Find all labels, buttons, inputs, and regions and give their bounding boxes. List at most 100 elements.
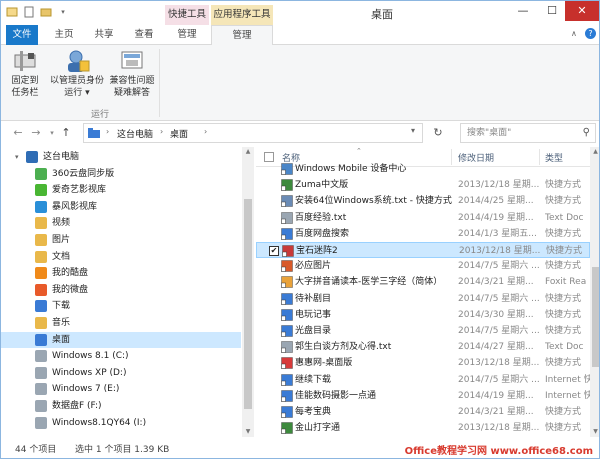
nav-item[interactable]: Windows 8.1 (C:) bbox=[1, 348, 241, 364]
nav-item-label: Windows XP (D:) bbox=[52, 367, 127, 378]
nav-item[interactable]: 视频 bbox=[1, 215, 241, 231]
file-row[interactable]: 金山打字通 2013/12/18 星期... 快捷方式 bbox=[256, 420, 590, 436]
internet-shortcut-icon bbox=[281, 390, 293, 402]
tab-file[interactable]: 文件 bbox=[6, 25, 38, 45]
watermark: Office教程学习网 www.office68.com bbox=[404, 446, 593, 457]
drive-icon bbox=[35, 350, 47, 363]
breadcrumb-desktop[interactable]: 桌面 bbox=[170, 127, 188, 140]
file-row[interactable]: 必应图片 2014/7/5 星期六 ... 快捷方式 bbox=[256, 258, 590, 274]
title-bar: ▾ 快捷工具 应用程序工具 桌面 — ☐ ✕ bbox=[1, 1, 599, 25]
up-button[interactable]: ↑ bbox=[59, 126, 73, 140]
nav-item[interactable]: 暴风影视库 bbox=[1, 199, 241, 215]
compat-troubleshoot-button[interactable]: 兼容性问题 疑难解答 bbox=[107, 49, 157, 99]
ribbon-collapse-icon[interactable]: ∧ bbox=[571, 29, 577, 38]
file-date: 2014/1/3 星期五... bbox=[458, 228, 537, 239]
file-row[interactable]: 继续下载 2014/7/5 星期六 ... Internet 快 bbox=[256, 372, 590, 388]
qat-customize-icon[interactable]: ▾ bbox=[56, 5, 70, 19]
help-icon[interactable]: ? bbox=[585, 28, 596, 39]
maximize-button[interactable]: ☐ bbox=[538, 1, 566, 21]
nav-item[interactable]: 爱奇艺影视库 bbox=[1, 182, 241, 198]
breadcrumb-separator-icon[interactable]: › bbox=[106, 127, 109, 136]
file-date: 2014/4/27 星期... bbox=[458, 342, 534, 353]
run-as-admin-button[interactable]: 以管理员身份 运行 ▾ bbox=[47, 49, 107, 99]
file-row[interactable]: 郭生白谈方剂及心得.txt 2014/4/27 星期... Text Doc bbox=[256, 339, 590, 355]
file-row[interactable]: 百度网盘搜索 2014/1/3 星期五... 快捷方式 bbox=[256, 226, 590, 242]
forward-button[interactable]: → bbox=[29, 126, 43, 140]
file-name: 继续下载 bbox=[295, 374, 332, 385]
file-date: 2014/7/5 星期六 ... bbox=[458, 374, 540, 385]
breadcrumb-separator-icon[interactable]: › bbox=[204, 127, 207, 136]
tab-share[interactable]: 共享 bbox=[88, 25, 120, 45]
address-dropdown-icon[interactable]: ▾ bbox=[411, 126, 415, 135]
nav-item[interactable]: ▾ 这台电脑 bbox=[1, 149, 241, 165]
nav-item[interactable]: 图片 bbox=[1, 232, 241, 248]
nav-item[interactable]: 360云盘同步版 bbox=[1, 166, 241, 182]
file-name: 百度经验.txt bbox=[295, 212, 347, 223]
nav-item-label: 文档 bbox=[52, 251, 71, 262]
recent-locations-button[interactable]: ▾ bbox=[45, 126, 59, 140]
back-button[interactable]: ← bbox=[11, 126, 25, 140]
file-row[interactable]: 待补剧目 2014/7/5 星期六 ... 快捷方式 bbox=[256, 291, 590, 307]
scroll-up-icon[interactable]: ▲ bbox=[590, 147, 599, 157]
properties-icon[interactable] bbox=[5, 5, 19, 19]
save-icon[interactable] bbox=[39, 5, 53, 19]
nav-item[interactable]: 文档 bbox=[1, 249, 241, 265]
pin-to-taskbar-button[interactable]: 固定到 任务栏 bbox=[7, 49, 43, 99]
minimize-button[interactable]: — bbox=[509, 1, 537, 21]
breadcrumb-separator-icon[interactable]: › bbox=[160, 127, 163, 136]
tab-view[interactable]: 查看 bbox=[128, 25, 160, 45]
address-bar[interactable]: › 这台电脑 › 桌面 › bbox=[83, 123, 423, 143]
file-list-scrollbar[interactable]: ▲ ▼ bbox=[590, 147, 599, 437]
cloud-icon bbox=[35, 167, 47, 180]
file-row[interactable]: ✔ 宝石迷阵2 2013/12/18 星期... 快捷方式 bbox=[256, 242, 590, 258]
tab-manage-shortcut[interactable]: 管理 bbox=[165, 25, 209, 45]
file-row[interactable]: 大字拼音诵读本-医学三字经（简体） 2014/3/21 星期... Foxit Re… bbox=[256, 274, 590, 290]
file-type: Text Doc bbox=[545, 342, 584, 353]
pc-icon bbox=[26, 151, 38, 163]
nav-item[interactable]: 音乐 bbox=[1, 315, 241, 331]
address-row: ← → ▾ ↑ › 这台电脑 › 桌面 › ▾ ↻ 搜索"桌面" ⚲ bbox=[1, 121, 599, 145]
file-date: 2013/12/18 星期... bbox=[458, 180, 540, 191]
scroll-up-icon[interactable]: ▲ bbox=[242, 147, 254, 157]
expand-chevron-icon[interactable]: ▾ bbox=[15, 149, 19, 165]
nav-scrollbar[interactable]: ▲ ▼ bbox=[242, 147, 254, 437]
close-button[interactable]: ✕ bbox=[565, 1, 599, 21]
item-count: 44 个项目 bbox=[15, 445, 57, 455]
row-checkbox[interactable]: ✔ bbox=[269, 246, 279, 256]
refresh-button[interactable]: ↻ bbox=[429, 125, 447, 141]
nav-item[interactable]: Windows8.1QY64 (I:) bbox=[1, 415, 241, 431]
file-row[interactable]: Windows Mobile 设备中心 bbox=[256, 161, 590, 177]
file-row[interactable]: 光盘目录 2014/7/5 星期六 ... 快捷方式 bbox=[256, 323, 590, 339]
scroll-down-icon[interactable]: ▼ bbox=[590, 427, 599, 437]
nav-scroll-thumb[interactable] bbox=[244, 199, 252, 409]
nav-item[interactable]: 下载 bbox=[1, 298, 241, 314]
context-group-shortcut-tools: 快捷工具 bbox=[165, 5, 209, 25]
search-input[interactable]: 搜索"桌面" ⚲ bbox=[460, 123, 596, 143]
admin-icon bbox=[64, 49, 90, 73]
explorer-window: ▾ 快捷工具 应用程序工具 桌面 — ☐ ✕ 文件 主页 共享 查看 管理 管理… bbox=[0, 0, 600, 459]
file-row[interactable]: 每考宝典 2014/3/21 星期... 快捷方式 bbox=[256, 404, 590, 420]
tab-home[interactable]: 主页 bbox=[48, 25, 80, 45]
file-row[interactable]: 电玩记事 2014/3/30 星期... 快捷方式 bbox=[256, 307, 590, 323]
file-type: Text Doc bbox=[545, 212, 584, 223]
nav-item-label: Windows 8.1 (C:) bbox=[52, 351, 129, 362]
nav-item[interactable]: Windows 7 (E:) bbox=[1, 381, 241, 397]
file-row[interactable]: 惠惠网-桌面版 2013/12/18 星期... 快捷方式 bbox=[256, 355, 590, 371]
new-folder-icon[interactable] bbox=[22, 5, 36, 19]
file-row[interactable]: 佳能数码摄影一点通 2014/4/19 星期... Internet 快 bbox=[256, 388, 590, 404]
nav-item-label: Windows8.1QY64 (I:) bbox=[52, 417, 147, 428]
nav-item[interactable]: Windows XP (D:) bbox=[1, 365, 241, 381]
navigation-pane: ▲ ▼ ▾ 这台电脑 360云盘同步版 爱奇艺影视库 暴风影视库 视频 图片文档我的酷盘 我的… bbox=[1, 147, 254, 437]
scroll-down-icon[interactable]: ▼ bbox=[242, 427, 254, 437]
nav-item[interactable]: 我的微盘 bbox=[1, 282, 241, 298]
file-scroll-thumb[interactable] bbox=[592, 267, 599, 367]
file-date: 2014/7/5 星期六 ... bbox=[458, 326, 540, 336]
file-row[interactable]: Zuma中文版 2013/12/18 星期... 快捷方式 bbox=[256, 177, 590, 193]
file-row[interactable]: 百度经验.txt 2014/4/19 星期... Text Doc bbox=[256, 210, 590, 226]
nav-item[interactable]: 我的酷盘 bbox=[1, 265, 241, 281]
tab-manage-app[interactable]: 管理 bbox=[211, 25, 273, 46]
nav-item[interactable]: 桌面 bbox=[1, 331, 241, 348]
breadcrumb-this-pc[interactable]: 这台电脑 bbox=[117, 127, 153, 140]
nav-item[interactable]: 数据盘F (F:) bbox=[1, 398, 241, 414]
file-row[interactable]: 安装64位Windows系统.txt - 快捷方式 2014/4/25 星期...… bbox=[256, 193, 590, 209]
